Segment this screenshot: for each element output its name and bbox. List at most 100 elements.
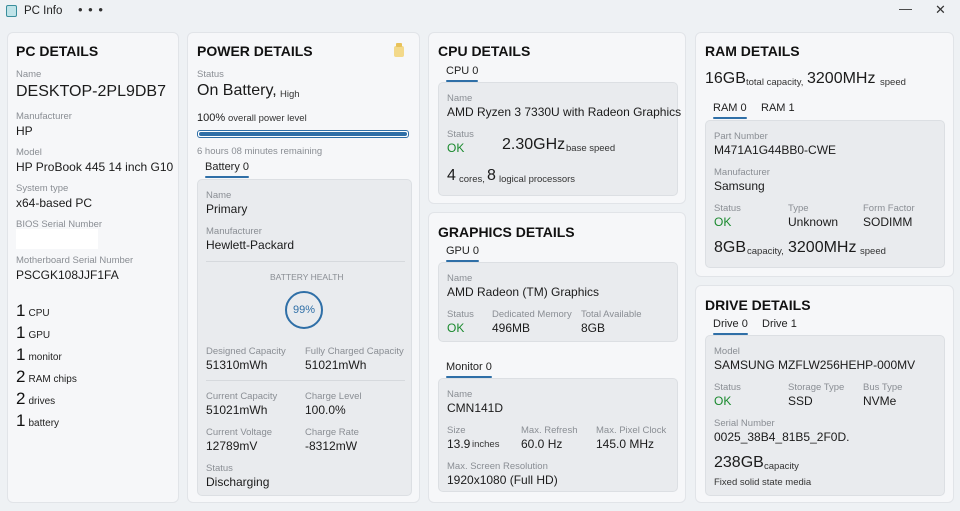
gpu-panel: Name AMD Radeon (TM) Graphics Status OK … xyxy=(438,262,678,342)
cpu-details-card: CPU DETAILS CPU 0 Name AMD Ryzen 3 7330U… xyxy=(428,32,686,204)
current-capacity-label: Current Capacity xyxy=(206,391,278,402)
cpu-speed-text: base speed xyxy=(566,143,616,154)
form-factor: SODIMM xyxy=(863,215,913,229)
ram-chip-capacity-text: capacity, xyxy=(747,246,784,257)
drive-capacity: 238GB xyxy=(714,454,764,471)
monitor-size-unit: inches xyxy=(472,439,500,450)
designed-capacity-label: Designed Capacity xyxy=(206,346,286,357)
ram-panel: Part Number M471A1G44BB0-CWE Manufacture… xyxy=(705,120,945,268)
graphics-details-heading: GRAPHICS DETAILS xyxy=(438,224,575,240)
pc-manufacturer-label: Manufacturer xyxy=(16,111,72,122)
storage-type-label: Storage Type xyxy=(788,382,845,393)
part-number: M471A1G44BB0-CWE xyxy=(714,143,837,157)
pc-manufacturer: HP xyxy=(16,124,33,138)
current-voltage: 12789mV xyxy=(206,439,258,453)
battery-health-gauge: 99% xyxy=(285,291,323,329)
ram-chip-speed-text: speed xyxy=(860,246,886,257)
battery-panel: Name Primary Manufacturer Hewlett-Packar… xyxy=(197,179,412,496)
power-status-sub: High xyxy=(280,89,300,100)
max-resolution-label: Max. Screen Resolution xyxy=(447,461,548,472)
ram-total-text: total capacity, xyxy=(746,77,804,88)
tab-ram-1[interactable]: RAM 1 xyxy=(761,102,795,114)
max-refresh: 60.0 Hz xyxy=(521,437,563,451)
pc-model-label: Model xyxy=(16,147,42,158)
ram-type: Unknown xyxy=(788,215,839,229)
power-level-fill xyxy=(199,132,407,136)
bus-type-label: Bus Type xyxy=(863,382,903,393)
power-status: On Battery, xyxy=(197,82,277,99)
dedicated-memory-label: Dedicated Memory xyxy=(492,309,572,320)
max-pixel-clock-label: Max. Pixel Clock xyxy=(596,425,667,436)
battery-name-label: Name xyxy=(206,190,232,201)
max-refresh-label: Max. Refresh xyxy=(521,425,578,436)
battery-manufacturer-label: Manufacturer xyxy=(206,226,262,237)
tab-cpu-0[interactable]: CPU 0 xyxy=(446,65,479,82)
tab-drive-1[interactable]: Drive 1 xyxy=(762,318,797,330)
app-icon xyxy=(6,5,17,17)
ram-manufacturer-label: Manufacturer xyxy=(714,167,770,178)
more-options-button[interactable]: • • • xyxy=(78,2,104,17)
cpu-cores: 4 xyxy=(447,167,456,184)
tab-drive-0[interactable]: Drive 0 xyxy=(713,318,748,335)
ram-speed-text: speed xyxy=(880,77,906,88)
drive-serial-label: Serial Number xyxy=(714,418,775,429)
count-ram: 2 RAM chips xyxy=(16,367,77,386)
power-level-pct: 100% xyxy=(197,112,226,124)
bus-type: NVMe xyxy=(863,394,897,408)
charge-rate: -8312mW xyxy=(305,439,358,453)
monitor-name: CMN141D xyxy=(447,401,504,415)
cpu-speed: 2.30GHz xyxy=(502,136,566,153)
form-factor-label: Form Factor xyxy=(863,203,915,214)
minimize-button[interactable]: — xyxy=(899,1,912,16)
title-bar: PC Info • • • — ✕ xyxy=(0,0,960,24)
part-number-label: Part Number xyxy=(714,131,768,142)
drive-status-label: Status xyxy=(714,382,741,393)
tab-battery-0[interactable]: Battery 0 xyxy=(205,161,250,178)
cpu-panel: Name AMD Ryzen 3 7330U with Radeon Graph… xyxy=(438,82,681,196)
power-remaining: 6 hours 08 minutes remaining xyxy=(197,146,323,157)
system-type: x64-based PC xyxy=(16,196,93,210)
drive-model-label: Model xyxy=(714,346,740,357)
bios-serial-redacted xyxy=(16,229,98,249)
power-status-label: Status xyxy=(197,69,224,80)
full-capacity: 51021mWh xyxy=(305,358,367,372)
system-type-label: System type xyxy=(16,183,69,194)
tab-monitor-0[interactable]: Monitor 0 xyxy=(446,361,492,378)
ram-total: 16GB xyxy=(705,70,746,87)
pc-details-card: PC DETAILS Name DESKTOP-2PL9DB7 Manufact… xyxy=(7,32,179,503)
drive-model: SAMSUNG MZFLW256HEHP-000MV xyxy=(714,358,916,372)
ram-details-heading: RAM DETAILS xyxy=(705,43,800,59)
divider xyxy=(206,380,405,381)
tab-gpu-0[interactable]: GPU 0 xyxy=(446,245,480,262)
max-pixel-clock: 145.0 MHz xyxy=(596,437,655,451)
battery-status-label: Status xyxy=(206,463,233,474)
cpu-threads-text: logical processors xyxy=(499,174,576,185)
drive-details-heading: DRIVE DETAILS xyxy=(705,297,811,313)
count-cpu: 1 CPU xyxy=(16,301,50,320)
monitor-panel: Name CMN141D Size 13.9 inches Max. Refre… xyxy=(438,378,678,492)
pc-name: DESKTOP-2PL9DB7 xyxy=(16,83,166,100)
drive-media: Fixed solid state media xyxy=(714,477,812,488)
count-drives: 2 drives xyxy=(16,389,56,408)
designed-capacity: 51310mWh xyxy=(206,358,268,372)
tab-ram-0[interactable]: RAM 0 xyxy=(713,102,747,119)
cpu-cores-text: cores, xyxy=(459,174,485,185)
gpu-status-label: Status xyxy=(447,309,474,320)
pc-model: HP ProBook 445 14 inch G10... xyxy=(16,160,174,174)
cpu-name-label: Name xyxy=(447,93,473,104)
motherboard-serial: PSCGK108JJF1FA xyxy=(16,268,119,282)
close-button[interactable]: ✕ xyxy=(935,2,946,18)
cpu-status-label: Status xyxy=(447,129,474,140)
ram-details-card: RAM DETAILS 16GB total capacity, 3200MHz… xyxy=(695,32,954,277)
window-title: PC Info xyxy=(24,5,63,17)
drive-details-card: DRIVE DETAILS Drive 0 Drive 1 Model SAMS… xyxy=(695,285,954,503)
drive-serial: 0025_38B4_81B5_2F0D. xyxy=(714,430,850,444)
monitor-size-label: Size xyxy=(447,425,466,436)
ram-status: OK xyxy=(714,215,732,229)
drive-status: OK xyxy=(714,394,732,408)
charge-rate-label: Charge Rate xyxy=(305,427,359,438)
ram-status-label: Status xyxy=(714,203,741,214)
battery-manufacturer: Hewlett-Packard xyxy=(206,238,295,252)
max-resolution: 1920x1080 (Full HD) xyxy=(447,473,558,487)
monitor-name-label: Name xyxy=(447,389,473,400)
